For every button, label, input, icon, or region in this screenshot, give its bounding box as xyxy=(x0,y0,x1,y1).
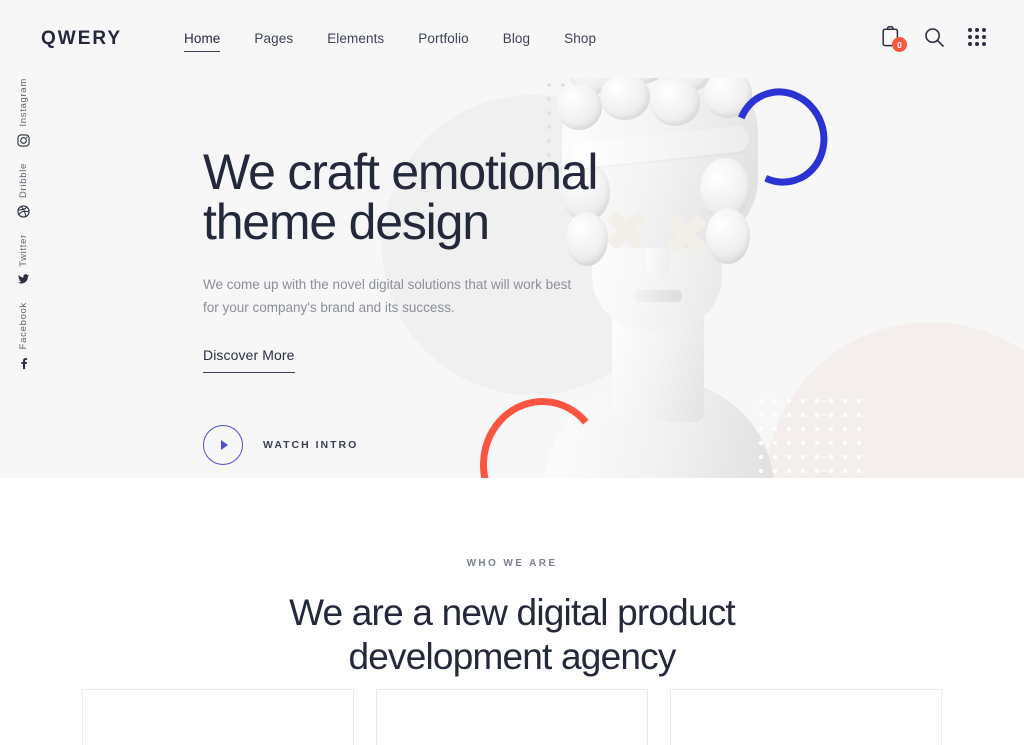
watch-intro-label: WATCH INTRO xyxy=(263,439,359,451)
social-label-instagram: Instagram xyxy=(17,78,29,127)
feature-card[interactable] xyxy=(376,689,648,745)
dot-grid-bottom xyxy=(752,392,864,478)
logo[interactable]: QWERY xyxy=(41,28,122,50)
main-navigation: Home Pages Elements Portfolio Blog Shop xyxy=(184,31,596,53)
feature-card[interactable] xyxy=(82,689,354,745)
grid-dot xyxy=(975,41,979,46)
social-label-twitter: Twitter xyxy=(17,233,29,267)
play-icon[interactable] xyxy=(203,425,243,465)
nav-item-shop[interactable]: Shop xyxy=(564,31,596,52)
site-header: QWERY Home Pages Elements Portfolio Blog… xyxy=(0,0,1024,78)
cart-count-badge: 0 xyxy=(892,37,907,52)
play-triangle xyxy=(221,440,228,450)
statue-curl xyxy=(556,84,602,130)
hero-title: We craft emotional theme design xyxy=(203,147,623,247)
about-title: We are a new digital product development… xyxy=(0,591,1024,679)
grid-dot xyxy=(968,41,972,46)
discover-more-link[interactable]: Discover More xyxy=(203,347,295,373)
grid-menu-icon[interactable] xyxy=(968,27,986,46)
grid-dot xyxy=(975,34,979,39)
grid-dot xyxy=(975,27,979,32)
feature-card[interactable] xyxy=(670,689,942,745)
watch-intro-button[interactable]: WATCH INTRO xyxy=(203,425,623,465)
social-link-facebook[interactable]: Facebook xyxy=(17,302,30,369)
dribbble-icon[interactable] xyxy=(16,204,30,218)
page-root: We craft emotional theme design We come … xyxy=(0,0,1024,745)
hero-title-line1: We craft emotional xyxy=(203,144,599,200)
nav-item-elements[interactable]: Elements xyxy=(327,31,384,52)
header-actions: 0 xyxy=(881,26,986,52)
about-title-line2: development agency xyxy=(348,636,676,677)
statue-curl xyxy=(650,78,700,126)
nav-item-blog[interactable]: Blog xyxy=(503,31,530,52)
statue-curl xyxy=(706,208,750,264)
grid-dot xyxy=(982,27,986,32)
grid-dot xyxy=(968,27,972,32)
social-link-instagram[interactable]: Instagram xyxy=(16,78,30,147)
social-label-facebook: Facebook xyxy=(17,302,29,350)
grid-dot xyxy=(982,41,986,46)
social-link-dribbble[interactable]: Dribble xyxy=(16,162,30,218)
hero-subtitle: We come up with the novel digital soluti… xyxy=(203,277,572,315)
about-title-line1: We are a new digital product xyxy=(289,592,736,633)
about-section: WHO WE ARE We are a new digital product … xyxy=(0,478,1024,745)
nav-item-home[interactable]: Home xyxy=(184,31,221,53)
feature-cards xyxy=(82,689,942,745)
social-sidebar: Instagram Dribble Twitter Facebook xyxy=(0,78,46,478)
hero-title-line2: theme design xyxy=(203,194,490,250)
social-link-twitter[interactable]: Twitter xyxy=(17,234,30,287)
statue-lips xyxy=(634,290,682,302)
statue-curl xyxy=(600,74,650,120)
grid-dot xyxy=(968,34,972,39)
facebook-icon[interactable] xyxy=(17,357,30,370)
search-icon[interactable] xyxy=(924,27,944,47)
hero-content: We craft emotional theme design We come … xyxy=(203,147,623,465)
cart-icon[interactable]: 0 xyxy=(881,26,907,52)
nav-item-pages[interactable]: Pages xyxy=(254,31,293,52)
instagram-icon[interactable] xyxy=(16,133,30,147)
eye-cross-right xyxy=(664,212,708,256)
social-label-dribbble: Dribble xyxy=(17,162,29,198)
grid-dot xyxy=(982,34,986,39)
section-eyebrow: WHO WE ARE xyxy=(466,558,558,569)
twitter-icon[interactable] xyxy=(17,273,30,286)
nav-item-portfolio[interactable]: Portfolio xyxy=(418,31,468,52)
